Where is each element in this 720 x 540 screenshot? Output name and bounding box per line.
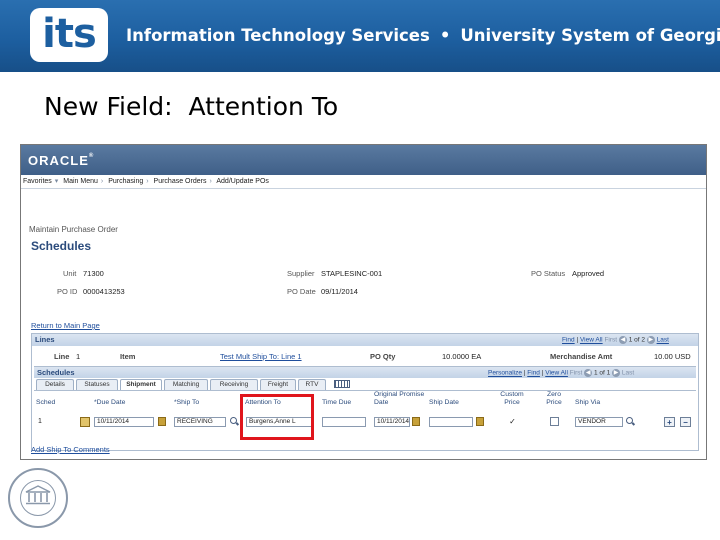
- banner-title: Information Technology Services • Universi…: [126, 26, 720, 45]
- attention-to-highlight: [240, 394, 314, 440]
- col-due-date: *Due Date: [94, 399, 126, 406]
- row-sched-value: 1: [38, 418, 42, 425]
- line-label: Line: [54, 352, 70, 361]
- ship-via-lookup-icon[interactable]: [626, 417, 635, 426]
- nav-favorites[interactable]: Favorites: [23, 178, 52, 185]
- merch-amt-value: 10.00 USD: [654, 352, 691, 361]
- col-sched: Sched: [36, 399, 56, 406]
- page-title: Schedules: [31, 239, 92, 253]
- nav-main-menu[interactable]: Main Menu: [63, 178, 98, 185]
- col-ship-date: Ship Date: [429, 399, 459, 406]
- banner-bullet: •: [439, 26, 451, 45]
- po-qty-value: 10.0000 EA: [442, 352, 482, 361]
- nav-purchasing[interactable]: Purchasing: [108, 178, 143, 185]
- col-original-promise-date: Original Promise Date: [374, 391, 425, 406]
- po-id-label: PO ID: [57, 287, 78, 296]
- tab-shipment[interactable]: Shipment: [120, 379, 162, 390]
- lines-find-link[interactable]: Find: [562, 337, 575, 344]
- original-promise-date-input[interactable]: 10/11/2014: [374, 417, 410, 427]
- lines-panel: Lines Find | View All First ◀ 1 of 2 ▶ L…: [31, 333, 699, 451]
- ship-to-lookup-icon[interactable]: [230, 417, 239, 426]
- nav-purchase-orders[interactable]: Purchase Orders: [154, 178, 207, 185]
- add-row-button[interactable]: +: [664, 417, 675, 427]
- po-qty-label: PO Qty: [370, 352, 396, 361]
- university-seal-logo: [8, 468, 68, 528]
- lines-counter: 1 of 2: [628, 336, 645, 344]
- schedules-counter: 1 of 1: [593, 369, 611, 377]
- time-due-input[interactable]: [322, 417, 366, 427]
- lines-nav: Find | View All First ◀ 1 of 2 ▶ Last: [562, 336, 669, 344]
- tab-freight[interactable]: Freight: [260, 379, 296, 390]
- lines-title: Lines: [35, 335, 55, 344]
- unit-label: Unit: [63, 269, 77, 278]
- lines-prev-icon[interactable]: ◀: [618, 336, 627, 344]
- schedules-header: Schedules Personalize | Find | View All …: [34, 366, 696, 378]
- banner-org-text: Information Technology Services: [126, 26, 430, 45]
- schedules-nav: Personalize | Find | View All First ◀ 1 …: [488, 369, 635, 377]
- multi-ship-link[interactable]: Test Mult Ship To: Line 1: [220, 352, 302, 361]
- merch-amt-label: Merchandise Amt: [550, 352, 613, 361]
- line-value: 1: [76, 352, 81, 361]
- zero-price-checkbox[interactable]: [550, 417, 559, 426]
- nav-add-update-pos[interactable]: Add/Update POs: [216, 178, 269, 185]
- item-label: Item: [120, 352, 136, 361]
- delete-row-button[interactable]: −: [680, 417, 691, 427]
- col-zero-price: Zero Price: [546, 391, 562, 406]
- custom-price-checkbox[interactable]: ✓: [508, 417, 517, 426]
- tab-receiving[interactable]: Receiving: [210, 379, 258, 390]
- oracle-header: ORACLE®: [21, 145, 706, 175]
- ship-via-input[interactable]: VENDOR: [575, 417, 623, 427]
- po-status-label: PO Status: [531, 269, 566, 278]
- personalize-link[interactable]: Personalize: [488, 370, 522, 377]
- due-date-calendar-icon[interactable]: [158, 417, 166, 426]
- promise-date-calendar-icon[interactable]: [412, 417, 420, 426]
- header-banner: its Information Technology Services • Univ…: [0, 0, 720, 72]
- po-status-value: Approved: [572, 269, 605, 278]
- schedules-first-label[interactable]: First: [570, 370, 583, 377]
- banner-system-text: University System of Georgia: [460, 26, 720, 45]
- seal-building-icon: [25, 485, 51, 505]
- ship-date-input[interactable]: [429, 417, 473, 427]
- col-ship-via: Ship Via: [575, 399, 601, 406]
- due-date-input[interactable]: 10/11/2014: [94, 417, 154, 427]
- po-date-value: 09/11/2014: [321, 287, 358, 296]
- supplier-label: Supplier: [287, 269, 315, 278]
- oracle-logo: ORACLE®: [28, 153, 95, 168]
- lines-header: Lines Find | View All First ◀ 1 of 2 ▶ L…: [32, 334, 698, 346]
- ship-date-calendar-icon[interactable]: [476, 417, 484, 426]
- tab-details[interactable]: Details: [36, 379, 74, 390]
- col-time-due: Time Due: [322, 399, 352, 406]
- col-ship-to: *Ship To: [174, 399, 200, 406]
- slide-title: New Field: Attention To: [44, 92, 339, 121]
- lines-first-label[interactable]: First: [604, 337, 617, 344]
- tab-matching[interactable]: Matching: [164, 379, 208, 390]
- return-to-main-link[interactable]: Return to Main Page: [31, 321, 100, 330]
- breadcrumb: Favorites ▾ Main Menu › Purchasing › Purcha…: [21, 175, 706, 189]
- peoplesoft-screenshot: ORACLE® Favorites ▾ Main Menu › Purchasing…: [20, 144, 707, 460]
- add-ship-to-comments-link[interactable]: Add Ship To Comments: [31, 445, 110, 454]
- lines-next-icon[interactable]: ▶: [646, 336, 655, 344]
- lines-last-link[interactable]: Last: [657, 337, 669, 344]
- schedules-find-link[interactable]: Find: [527, 370, 540, 377]
- schedules-title: Schedules: [37, 368, 75, 377]
- col-custom-price: Custom Price: [500, 391, 524, 406]
- supplier-value: STAPLESINC-001: [321, 269, 383, 278]
- show-all-columns-icon[interactable]: [334, 380, 350, 388]
- tab-statuses[interactable]: Statuses: [76, 379, 118, 390]
- schedules-grid: Sched *Due Date *Ship To Attention To Ti…: [34, 390, 696, 430]
- ship-to-input[interactable]: RECEIVING: [174, 417, 226, 427]
- page-subtitle: Maintain Purchase Order: [29, 225, 118, 234]
- schedule-details-icon[interactable]: [80, 417, 90, 427]
- po-date-label: PO Date: [287, 287, 316, 296]
- schedules-view-all-link[interactable]: View All: [545, 370, 568, 377]
- schedules-last-label[interactable]: Last: [622, 370, 634, 377]
- schedules-prev-icon[interactable]: ◀: [584, 369, 593, 377]
- lines-view-all-link[interactable]: View All: [580, 337, 603, 344]
- its-logo: its: [30, 8, 108, 62]
- unit-value: 71300: [83, 269, 104, 278]
- tab-rtv[interactable]: RTV: [298, 379, 326, 390]
- po-id-value: 0000413253: [83, 287, 125, 296]
- schedules-next-icon[interactable]: ▶: [612, 369, 621, 377]
